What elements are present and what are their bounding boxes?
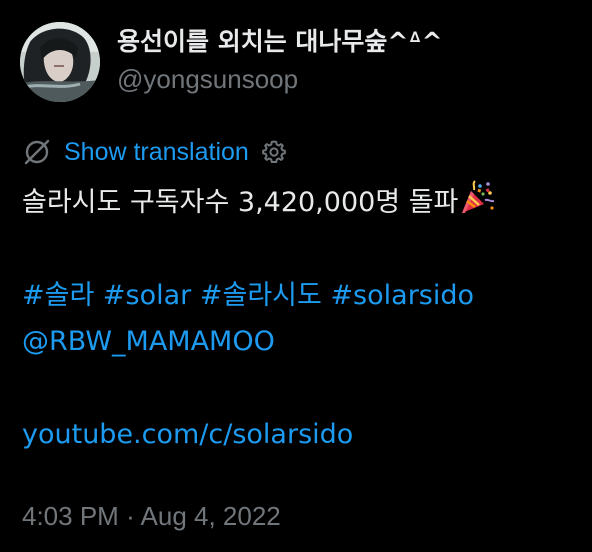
timestamp[interactable]: 4:03 PM · Aug 4, 2022 (22, 498, 281, 534)
display-name[interactable]: 용선이를 외치는 대나무숲^ᐞ^ (117, 26, 443, 58)
user-handle[interactable]: @yongsunsoop (117, 62, 443, 96)
tweet-time: 4:03 PM (22, 501, 119, 531)
mention-link[interactable]: @RBW_MAMAMOO (22, 326, 275, 357)
hashtag-link[interactable]: #solar (103, 280, 191, 311)
avatar-photo (20, 22, 100, 102)
tweet-text-line: 솔라시도 구독자수 3,420,000명 돌파 (22, 180, 582, 226)
hashtag-line: #솔라 #solar #솔라시도 #solarsido (22, 273, 582, 319)
tweet-body: 솔라시도 구독자수 3,420,000명 돌파 #솔라 #solar #솔라시도… (22, 180, 582, 458)
avatar[interactable] (20, 22, 100, 102)
gear-icon[interactable] (261, 139, 287, 165)
mention-line: @RBW_MAMAMOO (22, 319, 582, 365)
url-line: youtube.com/c/solarsido (22, 412, 582, 458)
tweet-date: Aug 4, 2022 (140, 501, 281, 531)
show-translation-link[interactable]: Show translation (64, 138, 249, 167)
youtube-link[interactable]: youtube.com/c/solarsido (22, 419, 353, 450)
separator-dot: · (126, 501, 135, 531)
translation-row: Show translation (22, 135, 287, 169)
hashtag-link[interactable]: #solarsido (330, 280, 474, 311)
tweet-text: 솔라시도 구독자수 3,420,000명 돌파 (22, 187, 459, 218)
hashtag-link[interactable]: #솔라시도 (200, 280, 322, 311)
author-names: 용선이를 외치는 대나무숲^ᐞ^ @yongsunsoop (117, 22, 443, 96)
tweet-header: 용선이를 외치는 대나무숲^ᐞ^ @yongsunsoop (20, 22, 443, 102)
hashtag-link[interactable]: #솔라 (22, 280, 94, 311)
party-popper-icon (462, 180, 495, 213)
globe-slash-icon (24, 139, 50, 165)
